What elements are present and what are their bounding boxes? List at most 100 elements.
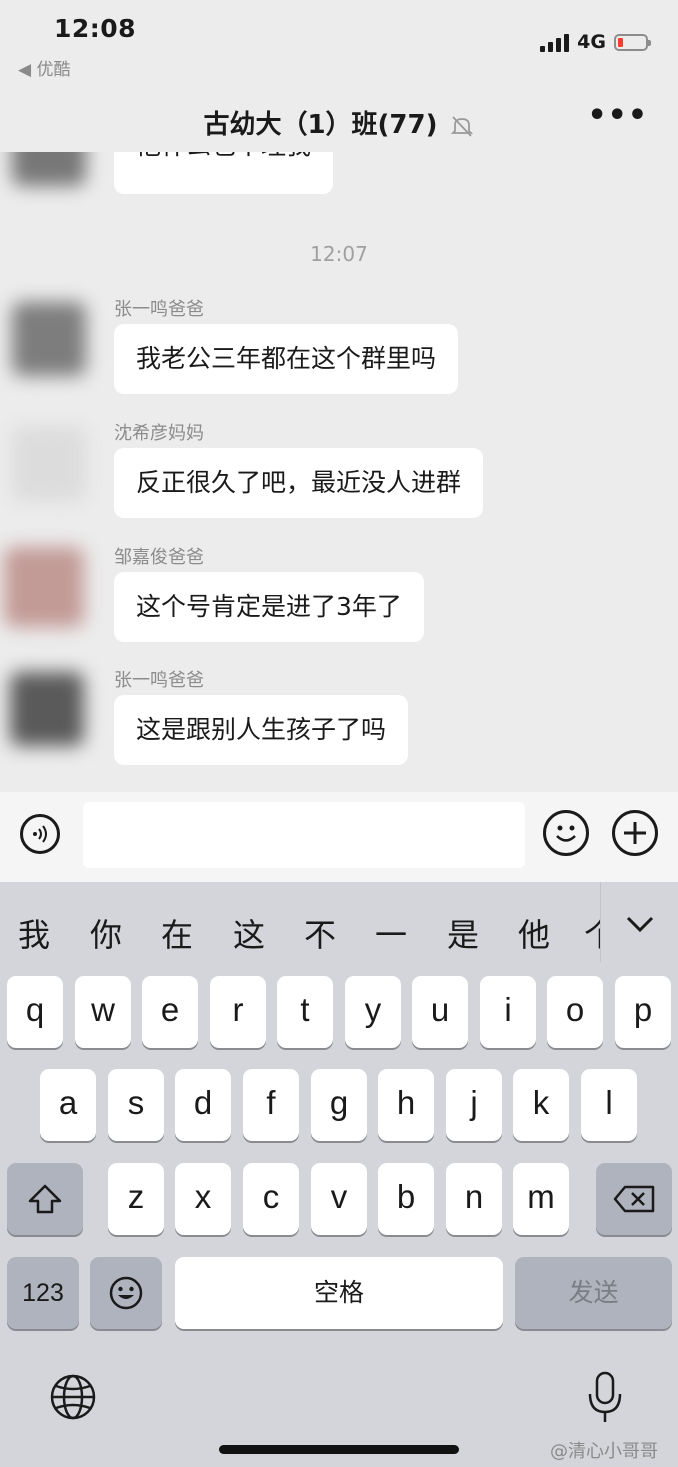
home-indicator[interactable] — [219, 1445, 459, 1454]
candidate-word[interactable]: 是 — [447, 910, 479, 956]
emoji-button[interactable] — [543, 810, 589, 856]
key-label: 发送 — [568, 1279, 619, 1307]
key-label: a — [58, 1084, 78, 1121]
space-key[interactable]: 空格 — [175, 1257, 503, 1329]
message-bubble[interactable]: 这是跟别人生孩子了吗 — [114, 695, 409, 765]
keyboard: 我 你 在 这 不 一 是 他 个 q w e r t y u i o p a … — [0, 882, 678, 1467]
key-l[interactable]: l — [581, 1069, 637, 1141]
globe-button[interactable] — [48, 1372, 98, 1422]
key-label: i — [504, 991, 512, 1028]
key-w[interactable]: w — [75, 976, 131, 1048]
back-to-app-link[interactable]: ◀ 优酷 — [18, 55, 70, 80]
mute-bell-icon — [450, 115, 473, 137]
chevron-down-icon — [626, 916, 654, 933]
candidate-bar: 我 你 在 这 不 一 是 他 个 — [0, 882, 678, 962]
watermark-text: @清心小哥哥 — [550, 1441, 658, 1462]
key-p[interactable]: p — [615, 976, 671, 1048]
candidate-word[interactable]: 他 — [518, 910, 550, 956]
key-label: x — [194, 1178, 212, 1215]
key-label: q — [25, 991, 45, 1028]
group-name: 古幼大（1）班(77) — [203, 110, 438, 140]
candidate-word[interactable]: 这 — [233, 910, 265, 956]
key-q[interactable]: q — [7, 976, 63, 1048]
key-t[interactable]: t — [277, 976, 333, 1048]
key-x[interactable]: x — [175, 1163, 231, 1235]
key-d[interactable]: d — [175, 1069, 231, 1141]
key-label: t — [300, 991, 310, 1028]
battery-icon — [614, 33, 651, 51]
chat-message-list[interactable]: 他什么也不理我 12:07 张一鸣爸爸 我老公三年都在这个群里吗 沈希彦妈妈 反… — [0, 152, 678, 792]
voice-wave-icon — [33, 825, 47, 843]
key-r[interactable]: r — [210, 976, 266, 1048]
message-timestamp: 12:07 — [310, 242, 368, 266]
delete-key[interactable] — [596, 1163, 672, 1235]
more-options-button[interactable]: ••• — [587, 101, 648, 131]
dictation-button[interactable] — [585, 1370, 625, 1426]
key-label: o — [565, 991, 585, 1028]
key-c[interactable]: c — [243, 1163, 299, 1235]
more-actions-button[interactable] — [612, 810, 658, 856]
chat-input-bar — [0, 792, 678, 882]
key-z[interactable]: z — [108, 1163, 164, 1235]
avatar — [12, 152, 86, 186]
sender-name: 邹嘉俊爸爸 — [114, 547, 204, 568]
message-input[interactable] — [83, 802, 525, 868]
key-m[interactable]: m — [513, 1163, 569, 1235]
nav-bar: 古幼大（1）班(77) ••• — [0, 88, 678, 152]
voice-input-button[interactable] — [20, 814, 60, 854]
key-label: r — [232, 991, 244, 1028]
message-bubble[interactable]: 他什么也不理我 — [114, 152, 334, 194]
collapse-candidates-button[interactable] — [600, 882, 678, 962]
shift-arrow-icon — [28, 1184, 62, 1214]
signal-icon — [540, 32, 570, 52]
candidate-word[interactable]: 一 — [375, 910, 407, 956]
key-s[interactable]: s — [108, 1069, 164, 1141]
message-bubble[interactable]: 反正很久了吧，最近没人进群 — [114, 448, 484, 518]
send-key[interactable]: 发送 — [515, 1257, 672, 1329]
key-label: h — [396, 1084, 416, 1121]
candidate-word[interactable]: 个 — [584, 910, 600, 956]
key-k[interactable]: k — [513, 1069, 569, 1141]
key-g[interactable]: g — [311, 1069, 367, 1141]
key-label: u — [430, 991, 450, 1028]
key-i[interactable]: i — [480, 976, 536, 1048]
message-bubble[interactable]: 这个号肯定是进了3年了 — [114, 572, 424, 642]
chat-title[interactable]: 古幼大（1）班(77) — [0, 104, 678, 141]
key-label: g — [329, 1084, 349, 1121]
sender-name: 张一鸣爸爸 — [114, 299, 204, 320]
status-bar: 12:08 ◀ 优酷 4G — [0, 0, 678, 80]
key-a[interactable]: a — [40, 1069, 96, 1141]
candidate-word[interactable]: 在 — [161, 910, 193, 956]
key-label: y — [364, 991, 382, 1028]
key-f[interactable]: f — [243, 1069, 299, 1141]
smiley-icon — [109, 1276, 143, 1310]
sender-name: 沈希彦妈妈 — [114, 423, 204, 444]
key-label: b — [396, 1178, 416, 1215]
numbers-key[interactable]: 123 — [7, 1257, 79, 1329]
globe-icon — [50, 1374, 96, 1420]
avatar — [10, 672, 84, 746]
key-v[interactable]: v — [311, 1163, 367, 1235]
key-n[interactable]: n — [446, 1163, 502, 1235]
key-label: k — [532, 1084, 550, 1121]
key-j[interactable]: j — [446, 1069, 502, 1141]
shift-key[interactable] — [7, 1163, 83, 1235]
candidate-word[interactable]: 我 — [18, 910, 50, 956]
key-o[interactable]: o — [547, 976, 603, 1048]
key-label: s — [127, 1084, 145, 1121]
candidate-word[interactable]: 不 — [304, 910, 336, 956]
message-text: 他什么也不理我 — [136, 152, 311, 160]
battery-level — [618, 37, 623, 47]
sender-name: 张一鸣爸爸 — [114, 670, 204, 691]
key-y[interactable]: y — [345, 976, 401, 1048]
key-label: v — [330, 1178, 348, 1215]
key-h[interactable]: h — [378, 1069, 434, 1141]
emoji-key[interactable] — [90, 1257, 162, 1329]
message-bubble[interactable]: 我老公三年都在这个群里吗 — [114, 324, 459, 394]
avatar — [4, 547, 84, 627]
key-b[interactable]: b — [378, 1163, 434, 1235]
key-u[interactable]: u — [412, 976, 468, 1048]
status-indicators: 4G — [540, 31, 651, 53]
candidate-word[interactable]: 你 — [90, 910, 122, 956]
key-e[interactable]: e — [142, 976, 198, 1048]
